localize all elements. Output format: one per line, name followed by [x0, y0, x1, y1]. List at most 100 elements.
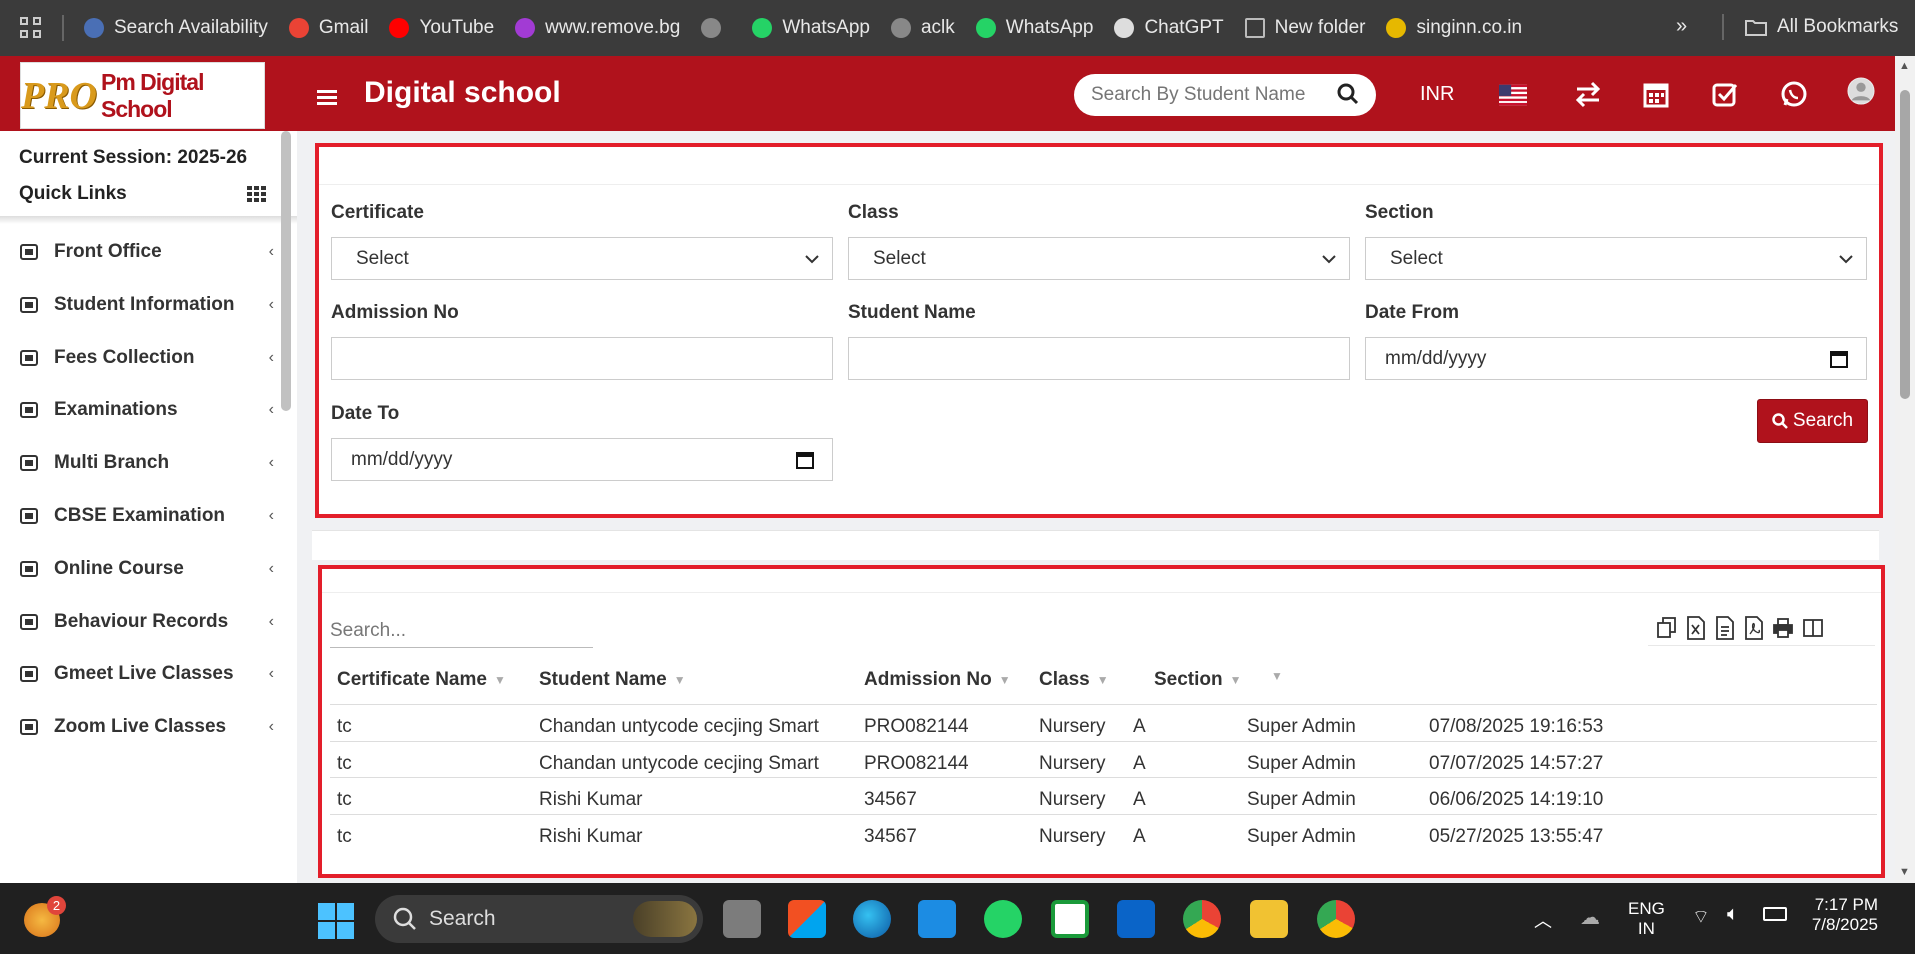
column-header-certificate-name[interactable]: Certificate Name ▼: [337, 669, 506, 691]
scroll-down-icon[interactable]: ▼: [1899, 866, 1910, 878]
task-view-icon[interactable]: [723, 900, 761, 938]
certificate-select[interactable]: Select: [331, 237, 833, 280]
cell-by: Super Admin: [1247, 826, 1356, 848]
windows-start-icon[interactable]: [318, 903, 354, 939]
bookmark-label: Gmail: [318, 17, 369, 38]
bookmark-label: WhatsApp: [1005, 17, 1094, 38]
apps-grid-icon[interactable]: [20, 17, 42, 39]
chevron-left-icon: ‹: [268, 243, 274, 260]
volume-icon[interactable]: 🔈︎: [1727, 903, 1739, 926]
cell-student: Rishi Kumar: [539, 789, 643, 811]
pdf-icon[interactable]: [1743, 616, 1765, 640]
bookmark-item[interactable]: Search Availability: [84, 17, 268, 39]
bookmark-item[interactable]: Gmail: [288, 17, 369, 39]
column-header-section[interactable]: Section ▼: [1154, 669, 1242, 691]
language-indicator[interactable]: ENG IN: [1628, 899, 1665, 939]
chrome-icon[interactable]: [1183, 900, 1221, 938]
user-avatar-icon[interactable]: [1847, 77, 1875, 105]
bookmark-label: ChatGPT: [1144, 17, 1224, 38]
date-to-input[interactable]: mm/dd/yyyy: [331, 438, 833, 481]
student-search-box[interactable]: [1074, 74, 1376, 116]
globe-icon: [701, 18, 722, 38]
admission-no-input[interactable]: [331, 337, 833, 380]
bookmark-item[interactable]: ChatGPT: [1114, 17, 1224, 39]
columns-icon[interactable]: [1802, 616, 1824, 640]
search-button[interactable]: Search: [1757, 399, 1868, 443]
removebg-icon: [515, 18, 536, 38]
quick-links-label[interactable]: Quick Links: [19, 183, 127, 205]
bookmark-item[interactable]: www.remove.bg: [515, 17, 680, 39]
column-header-class[interactable]: Class ▼: [1039, 669, 1109, 691]
taskbar: 2 Search ︿ ☁ ENG IN ⌔ 🔈︎ 7:17 PM 7/8/2025: [0, 883, 1915, 954]
sidebar-scrollbar[interactable]: [281, 131, 291, 411]
table-search-input[interactable]: Search...: [330, 614, 593, 648]
column-header-label: Admission No: [864, 669, 992, 690]
bookmark-item[interactable]: singinn.co.in: [1386, 17, 1522, 39]
class-select[interactable]: Select: [848, 237, 1350, 280]
whatsapp-icon[interactable]: [1780, 80, 1808, 108]
calendar-icon[interactable]: [795, 450, 815, 470]
quick-links-grid-icon[interactable]: [247, 186, 266, 202]
print-icon[interactable]: [1772, 616, 1794, 640]
bookmark-item[interactable]: WhatsApp: [975, 17, 1094, 39]
battery-icon[interactable]: [1763, 907, 1787, 921]
results-panel-top: [312, 530, 1879, 560]
chrome-profile-icon[interactable]: [1317, 900, 1355, 938]
column-header-admission-no[interactable]: Admission No ▼: [864, 669, 1011, 691]
sidebar-item-online-course[interactable]: Online Course ‹: [0, 543, 280, 595]
bookmark-item[interactable]: New folder: [1244, 17, 1365, 39]
edge-icon[interactable]: [853, 900, 891, 938]
all-bookmarks-button[interactable]: All Bookmarks: [1745, 16, 1898, 38]
sidebar-item-examinations[interactable]: Examinations ‹: [0, 384, 280, 436]
page-scrollbar[interactable]: ▲ ▼: [1895, 56, 1915, 883]
sidebar-item-fees-collection[interactable]: Fees Collection ‹: [0, 332, 280, 384]
student-search-input[interactable]: [1091, 84, 1306, 106]
hamburger-menu-icon[interactable]: [317, 90, 337, 106]
excel-icon[interactable]: [1685, 616, 1707, 640]
sidebar-item-gmeet-live-classes[interactable]: Gmeet Live Classes ‹: [0, 648, 280, 700]
app-r-icon[interactable]: [1051, 900, 1089, 938]
bookmarks-separator: [1722, 14, 1724, 40]
school-logo[interactable]: PRO Pm Digital School: [20, 62, 265, 129]
date-from-input[interactable]: mm/dd/yyyy: [1365, 337, 1867, 380]
bookmark-item[interactable]: YouTube: [389, 17, 494, 39]
sidebar-item-multi-branch[interactable]: Multi Branch ‹: [0, 437, 280, 489]
page-scrollbar-thumb[interactable]: [1900, 90, 1910, 399]
microsoft-store-icon[interactable]: [788, 900, 826, 938]
sidebar-item-front-office[interactable]: Front Office ‹: [0, 226, 280, 278]
sidebar-item-cbse-examination[interactable]: CBSE Examination ‹: [0, 490, 280, 542]
scroll-up-icon[interactable]: ▲: [1899, 60, 1910, 72]
calendar-icon[interactable]: [1642, 80, 1670, 108]
csv-icon[interactable]: [1714, 616, 1736, 640]
whatsapp-icon[interactable]: [984, 900, 1022, 938]
switch-arrows-icon[interactable]: [1574, 80, 1602, 108]
section-select[interactable]: Select: [1365, 237, 1867, 280]
task-check-icon[interactable]: [1711, 80, 1739, 108]
table-row[interactable]: tc Rishi Kumar 34567 Nursery A Super Admin 05/…: [330, 814, 1877, 858]
more-bookmarks-icon[interactable]: »: [1676, 15, 1687, 38]
outlook-icon[interactable]: [1117, 900, 1155, 938]
onedrive-icon[interactable]: ☁: [1580, 905, 1600, 930]
clock[interactable]: 7:17 PM 7/8/2025: [1808, 895, 1878, 935]
currency-selector[interactable]: INR: [1420, 83, 1454, 106]
file-explorer-icon[interactable]: [1250, 900, 1288, 938]
taskbar-search[interactable]: Search: [375, 895, 703, 943]
column-header-unnamed[interactable]: ▼: [1264, 669, 1283, 683]
column-header-student-name[interactable]: Student Name ▼: [539, 669, 686, 691]
sidebar-item-student-information[interactable]: Student Information ‹: [0, 279, 280, 331]
us-flag-icon[interactable]: [1499, 81, 1527, 109]
bookmark-item[interactable]: aclk: [890, 17, 955, 39]
bookmark-item[interactable]: [701, 18, 731, 38]
bookmark-item[interactable]: WhatsApp: [752, 17, 870, 39]
tray-chevron-up-icon[interactable]: ︿: [1534, 907, 1552, 933]
sidebar-item-behaviour-records[interactable]: Behaviour Records ‹: [0, 596, 280, 648]
search-icon[interactable]: [1337, 83, 1359, 105]
calendar-icon[interactable]: [1829, 349, 1849, 369]
wifi-icon[interactable]: ⌔: [1692, 905, 1710, 929]
chevron-left-icon: ‹: [268, 718, 274, 736]
sidebar-item-zoom-live-classes[interactable]: Zoom Live Classes ‹: [0, 701, 280, 753]
copy-icon[interactable]: [1656, 616, 1678, 640]
sidebar-item-label: Behaviour Records: [54, 610, 229, 632]
vscode-icon[interactable]: [918, 900, 956, 938]
student-name-input[interactable]: [848, 337, 1350, 380]
